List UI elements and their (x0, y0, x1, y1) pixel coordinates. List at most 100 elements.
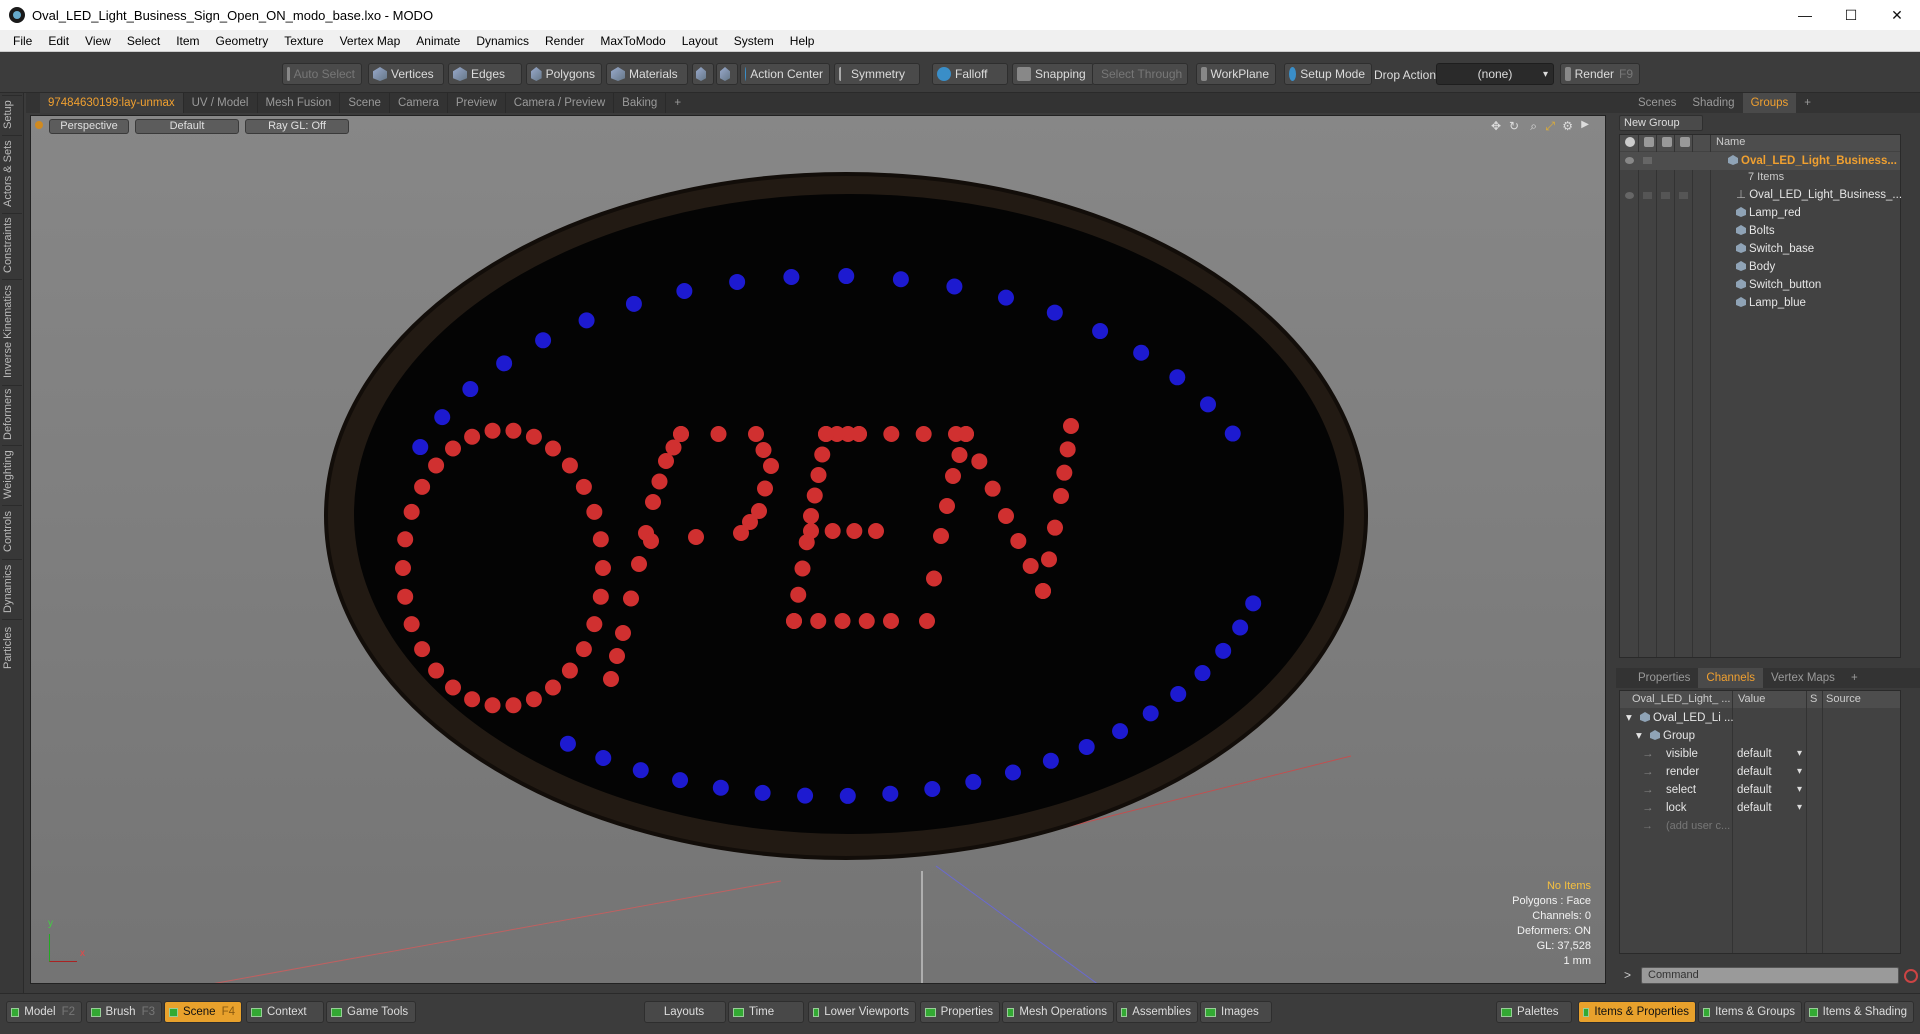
mesh-operations-button[interactable]: Mesh Operations (1002, 1001, 1114, 1023)
menu-animate[interactable]: Animate (408, 30, 468, 52)
vtab-actors-sets[interactable]: Actors & Sets (2, 135, 22, 211)
add-lower-tab-button[interactable]: + (1843, 668, 1866, 688)
menu-render[interactable]: Render (537, 30, 592, 52)
record-icon[interactable] (1904, 969, 1918, 983)
vtab-particles[interactable]: Particles (2, 619, 22, 675)
channel-value-select[interactable]: default (1734, 800, 1804, 816)
scene-layout-button[interactable]: Scene F4 (164, 1001, 242, 1023)
viewport-options-icon[interactable] (35, 121, 43, 129)
group-row-child-3[interactable]: Switch_base (1620, 240, 1900, 258)
expand-arrow-icon[interactable]: ▾ (1636, 727, 1642, 745)
group-row-child-2[interactable]: Bolts (1620, 222, 1900, 240)
tab-channels[interactable]: Channels (1698, 668, 1764, 688)
menu-geometry[interactable]: Geometry (208, 30, 277, 52)
channels-item-row[interactable]: ▾ Oval_LED_Li ... (1620, 709, 1900, 727)
select-mode-button[interactable] (716, 63, 738, 85)
zoom-view-icon[interactable]: ⌕ (1530, 119, 1537, 134)
tab-camera-preview[interactable]: Camera / Preview (506, 93, 615, 113)
menu-view[interactable]: View (77, 30, 119, 52)
items-shading-button[interactable]: Items & Shading (1804, 1001, 1914, 1023)
game-tools-layout-button[interactable]: Game Tools (326, 1001, 416, 1023)
minimize-button[interactable]: — (1782, 0, 1828, 30)
add-user-channel-row[interactable]: → (add user c... (1620, 817, 1900, 835)
channels-group-row[interactable]: ▾ Group (1620, 727, 1900, 745)
new-group-button[interactable]: New Group (1619, 115, 1703, 131)
tab-shading[interactable]: Shading (1684, 93, 1742, 113)
vertices-button[interactable]: Vertices (368, 63, 444, 85)
vtab-inverse-kinematics[interactable]: Inverse Kinematics (2, 279, 22, 383)
perspective-button[interactable]: Perspective (49, 119, 129, 134)
vtab-dynamics[interactable]: Dynamics (2, 559, 22, 617)
tab-camera[interactable]: Camera (390, 93, 448, 113)
vtab-constraints[interactable]: Constraints (2, 213, 22, 277)
shading-style-button[interactable]: Default (135, 119, 239, 134)
menu-help[interactable]: Help (782, 30, 823, 52)
workplane-button[interactable]: WorkPlane (1196, 63, 1276, 85)
menu-maxtomodo[interactable]: MaxToModo (592, 30, 673, 52)
group-row-child-0[interactable]: ⊥ Oval_LED_Light_Business_... (1620, 186, 1902, 204)
tab-uv-model[interactable]: UV / Model (184, 93, 258, 113)
channel-row-render[interactable]: → render default (1620, 763, 1900, 781)
select-icon[interactable] (1661, 192, 1670, 199)
group-row-child-1[interactable]: Lamp_red (1620, 204, 1900, 222)
channel-row-visible[interactable]: → visible default (1620, 745, 1900, 763)
vtab-controls[interactable]: Controls (2, 505, 22, 557)
tab-vertex-maps[interactable]: Vertex Maps (1763, 668, 1843, 688)
add-panel-tab-button[interactable]: + (1796, 93, 1819, 113)
channel-value-select[interactable]: default (1734, 764, 1804, 780)
menu-item[interactable]: Item (168, 30, 207, 52)
falloff-button[interactable]: Falloff (932, 63, 1008, 85)
palettes-button[interactable]: Palettes (1496, 1001, 1572, 1023)
fit-view-icon[interactable]: ⤢ (1545, 119, 1555, 134)
group-row-child-4[interactable]: Body (1620, 258, 1900, 276)
menu-layout[interactable]: Layout (674, 30, 726, 52)
close-button[interactable]: ✕ (1874, 0, 1920, 30)
setup-mode-button[interactable]: Setup Mode (1284, 63, 1372, 85)
time-button[interactable]: Time (728, 1001, 804, 1023)
tab-properties[interactable]: Properties (1630, 668, 1698, 688)
tab-scenes[interactable]: Scenes (1630, 93, 1684, 113)
symmetry-button[interactable]: Symmetry (834, 63, 920, 85)
menu-texture[interactable]: Texture (276, 30, 331, 52)
tab-scene[interactable]: Scene (340, 93, 390, 113)
auto-select-button[interactable]: Auto Select (282, 63, 362, 85)
channel-row-select[interactable]: → select default (1620, 781, 1900, 799)
move-view-icon[interactable]: ✥ (1491, 119, 1501, 133)
tab-groups[interactable]: Groups (1742, 93, 1797, 113)
maximize-button[interactable]: ☐ (1828, 0, 1874, 30)
command-input[interactable]: Command (1641, 967, 1899, 984)
channel-row-lock[interactable]: → lock default (1620, 799, 1900, 817)
images-button[interactable]: Images (1200, 1001, 1272, 1023)
select-item-mode-button[interactable] (692, 63, 714, 85)
vtab-setup[interactable]: Setup (2, 95, 22, 133)
render-icon[interactable] (1643, 157, 1652, 164)
render-icon[interactable] (1643, 192, 1652, 199)
menu-file[interactable]: File (5, 30, 40, 52)
tab-layout-unmax[interactable]: 97484630199:lay-unmax (40, 93, 184, 113)
menu-select[interactable]: Select (119, 30, 168, 52)
polygons-button[interactable]: Polygons (526, 63, 602, 85)
eye-icon[interactable] (1625, 192, 1634, 199)
channel-value-select[interactable]: default (1734, 746, 1804, 762)
settings-gear-icon[interactable]: ⚙ (1562, 119, 1573, 133)
materials-button[interactable]: Materials (606, 63, 688, 85)
tab-preview[interactable]: Preview (448, 93, 506, 113)
assemblies-button[interactable]: Assemblies (1116, 1001, 1198, 1023)
properties-button[interactable]: Properties (920, 1001, 1000, 1023)
menu-system[interactable]: System (726, 30, 782, 52)
layouts-button[interactable]: Layouts (644, 1001, 726, 1023)
expand-arrow-icon[interactable]: ▾ (1626, 709, 1632, 727)
action-center-button[interactable]: Action Center (740, 63, 830, 85)
drop-action-select[interactable]: (none) ▾ (1436, 63, 1554, 85)
tab-baking[interactable]: Baking (614, 93, 667, 113)
items-groups-button[interactable]: Items & Groups (1698, 1001, 1802, 1023)
context-layout-button[interactable]: Context (246, 1001, 324, 1023)
snapping-button[interactable]: Snapping (1012, 63, 1094, 85)
3d-viewport[interactable]: Perspective Default Ray GL: Off ✥ ↻ ⌕ ⤢ … (30, 115, 1606, 984)
vtab-weighting[interactable]: Weighting (2, 445, 22, 503)
lower-viewports-button[interactable]: Lower Viewports (808, 1001, 916, 1023)
add-tab-button[interactable]: + (666, 93, 689, 113)
lock-icon[interactable] (1679, 192, 1688, 199)
menu-vertex-map[interactable]: Vertex Map (332, 30, 409, 52)
raygl-button[interactable]: Ray GL: Off (245, 119, 349, 134)
